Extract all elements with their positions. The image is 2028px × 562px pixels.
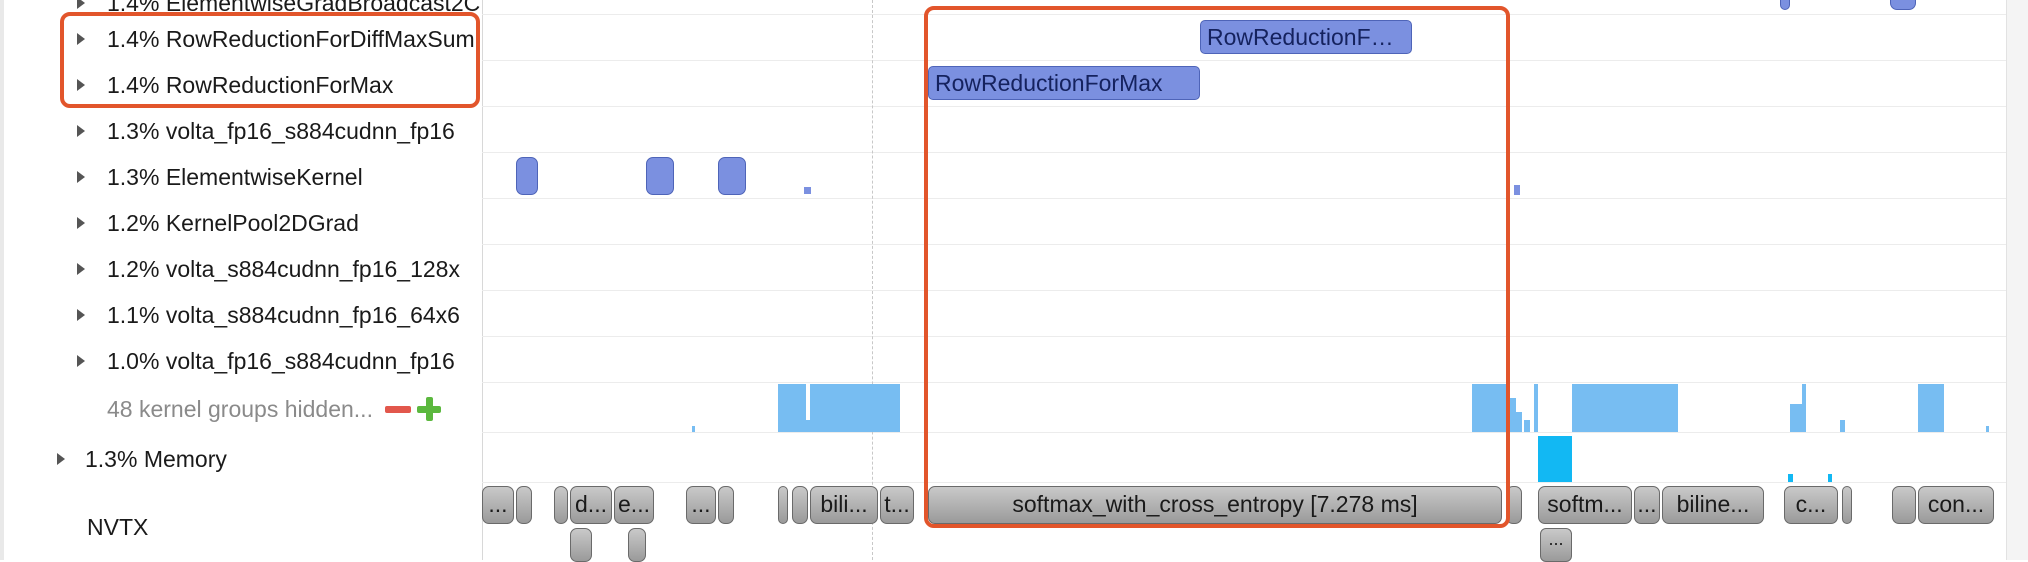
- kernel-row-volta-64x[interactable]: 1.1% volta_s884cudnn_fp16_64x6: [0, 292, 482, 338]
- nvtx-range[interactable]: ...: [482, 486, 514, 524]
- kernel-row-label: 1.1% volta_s884cudnn_fp16_64x6: [107, 301, 460, 328]
- nvtx-range[interactable]: d...: [570, 486, 612, 524]
- kernel-row-volta-128x[interactable]: 1.2% volta_s884cudnn_fp16_128x: [0, 246, 482, 292]
- expand-arrow-icon[interactable]: [77, 0, 85, 9]
- nvtx-range[interactable]: [1842, 486, 1852, 524]
- memory-bar[interactable]: [1828, 474, 1832, 482]
- memory-label: 1.3% Memory: [85, 445, 227, 472]
- utilization-bar: [1790, 404, 1802, 432]
- nvtx-range[interactable]: [718, 486, 734, 524]
- nvtx-range[interactable]: biline...: [1662, 486, 1764, 524]
- utilization-bar: [1516, 412, 1522, 432]
- nvtx-row: NVTX: [0, 504, 482, 550]
- kernel-bar[interactable]: [718, 157, 746, 195]
- utilization-bar: [1572, 384, 1678, 432]
- nvtx-range[interactable]: bili...: [810, 486, 878, 524]
- highlight-box-timeline: [924, 6, 1510, 528]
- utilization-bar: [1524, 420, 1530, 432]
- nvtx-range[interactable]: [516, 486, 532, 524]
- expand-arrow-icon[interactable]: [77, 263, 85, 275]
- utilization-bar: [1802, 384, 1806, 432]
- nvtx-range[interactable]: [628, 528, 646, 562]
- plus-icon[interactable]: [416, 397, 441, 421]
- kernel-row-label: 1.0% volta_fp16_s884cudnn_fp16: [107, 347, 455, 374]
- kernel-row-volta-fp16-1[interactable]: 1.3% volta_fp16_s884cudnn_fp16: [0, 108, 482, 154]
- nvtx-range[interactable]: ...: [1634, 486, 1660, 524]
- utilization-bar: [1918, 384, 1944, 432]
- time-marker: [872, 0, 873, 560]
- utilization-bar: [692, 426, 695, 432]
- expand-arrow-icon[interactable]: [77, 171, 85, 183]
- kernel-row-label: 1.2% volta_s884cudnn_fp16_128x: [107, 255, 460, 282]
- kernel-row-elementwise[interactable]: 1.3% ElementwiseKernel: [0, 154, 482, 200]
- minus-icon[interactable]: [384, 405, 411, 413]
- utilization-bar: [1986, 426, 1989, 432]
- vertical-scrollbar[interactable]: [2006, 0, 2028, 560]
- nvtx-range[interactable]: con...: [1918, 486, 1994, 524]
- kernel-bar[interactable]: [1890, 0, 1916, 10]
- utilization-bar: [1840, 420, 1845, 432]
- expand-arrow-icon[interactable]: [57, 453, 65, 465]
- timeline-area[interactable]: RowReductionForDif... RowReductionForMax…: [482, 0, 2006, 562]
- hidden-groups-row: 48 kernel groups hidden...: [0, 386, 482, 432]
- expand-arrow-icon[interactable]: [77, 309, 85, 321]
- nvtx-range[interactable]: softm...: [1538, 486, 1632, 524]
- memory-bar[interactable]: [1538, 436, 1572, 482]
- utilization-bar: [1534, 384, 1538, 432]
- hidden-groups-label: 48 kernel groups hidden...: [107, 395, 373, 422]
- memory-bar[interactable]: [1788, 474, 1793, 482]
- nvtx-label: NVTX: [87, 513, 149, 540]
- expand-arrow-icon[interactable]: [77, 125, 85, 137]
- kernel-row-label: 1.3% volta_fp16_s884cudnn_fp16: [107, 117, 455, 144]
- nvtx-range[interactable]: [778, 486, 788, 524]
- nvtx-range[interactable]: [792, 486, 808, 524]
- expand-arrow-icon[interactable]: [77, 355, 85, 367]
- nvtx-range[interactable]: ...: [686, 486, 716, 524]
- nvtx-range[interactable]: ...: [1540, 528, 1572, 562]
- kernel-row-pool2dgrad[interactable]: 1.2% KernelPool2DGrad: [0, 200, 482, 246]
- nvtx-range[interactable]: c...: [1784, 486, 1838, 524]
- highlight-box-rows: [60, 12, 480, 108]
- kernel-bar[interactable]: [1780, 0, 1790, 10]
- nvtx-range[interactable]: [570, 528, 592, 562]
- nvtx-range[interactable]: [554, 486, 568, 524]
- kernel-tick[interactable]: [804, 187, 811, 194]
- utilization-bar: [810, 384, 900, 432]
- kernel-bar[interactable]: [646, 157, 674, 195]
- kernel-row-label: 1.3% ElementwiseKernel: [107, 163, 363, 190]
- utilization-bar: [778, 384, 806, 432]
- nvtx-range[interactable]: [1892, 486, 1916, 524]
- kernel-bar[interactable]: [516, 157, 538, 195]
- memory-row[interactable]: 1.3% Memory: [0, 436, 482, 482]
- kernel-row-label: 1.2% KernelPool2DGrad: [107, 209, 359, 236]
- nvtx-range[interactable]: t...: [880, 486, 914, 524]
- kernel-row-volta-fp16-2[interactable]: 1.0% volta_fp16_s884cudnn_fp16: [0, 338, 482, 384]
- expand-arrow-icon[interactable]: [77, 217, 85, 229]
- kernel-tick[interactable]: [1514, 185, 1520, 195]
- nvtx-range[interactable]: e...: [614, 486, 654, 524]
